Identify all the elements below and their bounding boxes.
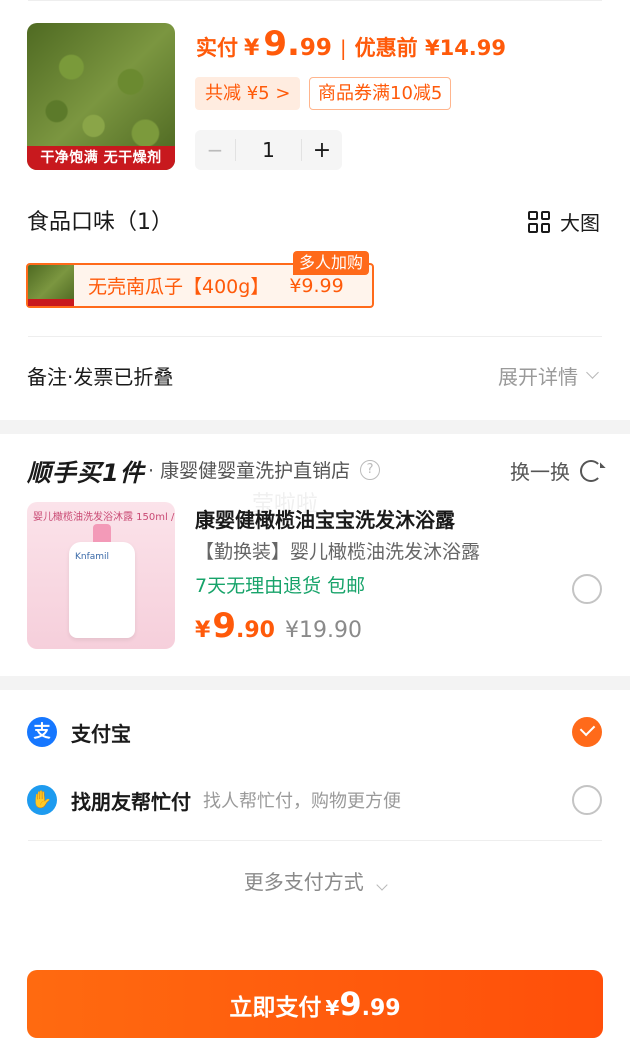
price-currency: ¥ <box>244 36 260 61</box>
chevron-down-icon <box>586 366 599 379</box>
store-name: · 康婴健婴童洗护直销店 <box>148 460 351 482</box>
alipay-icon: 支 <box>27 717 57 747</box>
alipay-label: 支付宝 <box>71 721 131 746</box>
bottle-brand: Knfamil <box>75 552 110 562</box>
addon-brand: 顺手买1件 <box>27 459 145 487</box>
payment-option-alipay[interactable]: 支 支付宝 <box>27 712 602 752</box>
paid-label: 实付 <box>196 36 238 60</box>
decrease-button[interactable]: − <box>195 138 235 162</box>
quantity-value[interactable]: 1 <box>235 139 302 161</box>
addon-image-label: 婴儿橄榄油洗发浴沐露 150ml / 1瓶 <box>33 512 175 523</box>
price-row: 实付 ¥ 9. 99 | 优惠前 ¥14.99 <box>196 24 506 64</box>
pay-now-label: 立即支付 <box>229 995 322 1021</box>
selected-check-icon[interactable] <box>572 717 602 747</box>
divider <box>28 840 602 841</box>
pay-now-button[interactable]: 立即支付 ¥ 9 .99 <box>27 970 603 1038</box>
addon-select-radio[interactable] <box>572 574 602 604</box>
addon-title[interactable]: 康婴健橄榄油宝宝洗发沐浴露 <box>195 504 455 533</box>
price-dec: 99 <box>299 35 332 61</box>
friend-pay-icon: ✋ <box>27 785 57 815</box>
remark-label: 备注·发票已折叠 <box>27 365 174 389</box>
increase-button[interactable]: + <box>302 138 342 163</box>
chevron-down-icon <box>376 879 388 891</box>
discount-chip[interactable]: 共减 ¥5 > <box>195 77 301 110</box>
order-product-section: 干净饱满 无干燥剂 实付 ¥ 9. 99 | 优惠前 ¥14.99 共减 ¥5 … <box>0 0 630 420</box>
payment-option-friend[interactable]: ✋ 找朋友帮忙付 找人帮忙付，购物更方便 <box>27 780 602 820</box>
top-divider <box>28 0 602 1</box>
pay-now-currency: ¥ <box>325 996 340 1020</box>
addon-orig-price: ¥19.90 <box>284 618 362 643</box>
expand-label: 展开详情 <box>498 365 578 389</box>
expand-details[interactable]: 展开详情 <box>498 361 599 390</box>
popular-badge: 多人加购 <box>293 251 370 275</box>
price-int: 9. <box>263 24 300 64</box>
addon-price: ¥ 9 .90 ¥19.90 <box>195 606 362 646</box>
addon-subtitle: 【勤换装】婴儿橄榄油洗发沐浴露 <box>195 541 481 563</box>
swap-button[interactable]: 换一换 <box>510 456 602 485</box>
friend-pay-desc: 找人帮忙付，购物更方便 <box>203 791 401 812</box>
section-gap <box>0 676 630 690</box>
swap-label: 换一换 <box>510 460 570 484</box>
big-image-toggle[interactable]: 大图 <box>528 207 600 236</box>
coupon-chip[interactable]: 商品券满10减5 <box>309 77 452 110</box>
addon-price-dec: .90 <box>235 618 275 643</box>
product-image-tag: 干净饱满 无干燥剂 <box>27 146 175 170</box>
addon-currency: ¥ <box>195 618 211 643</box>
addon-tags: 7天无理由退货 包邮 <box>195 575 366 597</box>
divider <box>28 336 602 337</box>
refresh-icon <box>580 459 602 482</box>
big-image-label: 大图 <box>560 211 600 235</box>
price-separator: | <box>339 36 347 60</box>
more-payment-label: 更多支付方式 <box>243 870 364 894</box>
flavor-option-price: ¥9.99 <box>289 274 344 297</box>
product-image[interactable]: 干净饱满 无干燥剂 <box>27 23 175 170</box>
payment-section: 支 支付宝 ✋ 找朋友帮忙付 找人帮忙付，购物更方便 更多支付方式 立即支付 ¥… <box>0 690 630 1063</box>
flavor-thumb <box>28 265 74 306</box>
pay-now-price-dec: .99 <box>361 996 401 1021</box>
addon-price-int: 9 <box>212 606 236 646</box>
friend-pay-label: 找朋友帮忙付 <box>71 789 191 814</box>
original-price: 优惠前 ¥14.99 <box>354 36 507 60</box>
section-gap <box>0 420 630 434</box>
quantity-stepper: − 1 + <box>195 130 342 170</box>
friend-pay-radio[interactable] <box>572 785 602 815</box>
grid-icon <box>528 210 550 233</box>
bottle-image: Knfamil <box>69 524 135 638</box>
flavor-title: 食品口味（1） <box>27 210 173 235</box>
help-icon[interactable]: ? <box>360 459 381 480</box>
addon-store: · 康婴健婴童洗护直销店 ? <box>148 456 381 483</box>
flavor-option-name: 无壳南瓜子【400g】 <box>88 276 270 298</box>
addon-section: 顺手买1件 · 康婴健婴童洗护直销店 ? 换一换 莹啦啦 婴儿橄榄油洗发浴沐露 … <box>0 434 630 676</box>
pay-now-price-int: 9 <box>339 985 362 1023</box>
addon-product-image[interactable]: 婴儿橄榄油洗发浴沐露 150ml / 1瓶 Knfamil <box>27 502 175 649</box>
more-payment-methods[interactable]: 更多支付方式 <box>0 866 630 895</box>
